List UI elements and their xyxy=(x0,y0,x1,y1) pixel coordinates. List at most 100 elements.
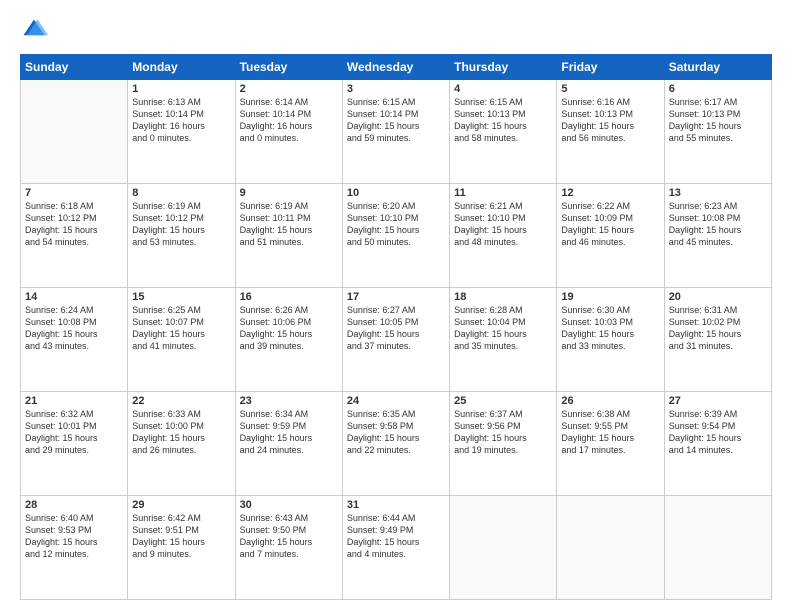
day-number: 15 xyxy=(132,291,230,303)
cell-content: Sunrise: 6:15 AM Sunset: 10:13 PM Daylig… xyxy=(454,96,552,145)
day-number: 31 xyxy=(347,499,445,511)
calendar-cell: 28Sunrise: 6:40 AM Sunset: 9:53 PM Dayli… xyxy=(21,496,128,600)
calendar-cell: 7Sunrise: 6:18 AM Sunset: 10:12 PM Dayli… xyxy=(21,184,128,288)
calendar-cell: 16Sunrise: 6:26 AM Sunset: 10:06 PM Dayl… xyxy=(235,288,342,392)
day-header-monday: Monday xyxy=(128,55,235,80)
day-number: 23 xyxy=(240,395,338,407)
day-number: 24 xyxy=(347,395,445,407)
cell-content: Sunrise: 6:20 AM Sunset: 10:10 PM Daylig… xyxy=(347,200,445,249)
cell-content: Sunrise: 6:13 AM Sunset: 10:14 PM Daylig… xyxy=(132,96,230,145)
calendar-cell: 9Sunrise: 6:19 AM Sunset: 10:11 PM Dayli… xyxy=(235,184,342,288)
day-number: 29 xyxy=(132,499,230,511)
day-header-friday: Friday xyxy=(557,55,664,80)
cell-content: Sunrise: 6:39 AM Sunset: 9:54 PM Dayligh… xyxy=(669,408,767,457)
calendar-cell: 31Sunrise: 6:44 AM Sunset: 9:49 PM Dayli… xyxy=(342,496,449,600)
day-number: 5 xyxy=(561,83,659,95)
day-number: 17 xyxy=(347,291,445,303)
calendar-cell: 22Sunrise: 6:33 AM Sunset: 10:00 PM Dayl… xyxy=(128,392,235,496)
cell-content: Sunrise: 6:40 AM Sunset: 9:53 PM Dayligh… xyxy=(25,512,123,561)
day-number: 21 xyxy=(25,395,123,407)
calendar-cell: 13Sunrise: 6:23 AM Sunset: 10:08 PM Dayl… xyxy=(664,184,771,288)
calendar-week-3: 14Sunrise: 6:24 AM Sunset: 10:08 PM Dayl… xyxy=(21,288,772,392)
calendar-cell: 26Sunrise: 6:38 AM Sunset: 9:55 PM Dayli… xyxy=(557,392,664,496)
day-header-sunday: Sunday xyxy=(21,55,128,80)
calendar-cell: 1Sunrise: 6:13 AM Sunset: 10:14 PM Dayli… xyxy=(128,80,235,184)
cell-content: Sunrise: 6:25 AM Sunset: 10:07 PM Daylig… xyxy=(132,304,230,353)
day-number: 12 xyxy=(561,187,659,199)
day-number: 10 xyxy=(347,187,445,199)
day-number: 13 xyxy=(669,187,767,199)
calendar-cell: 24Sunrise: 6:35 AM Sunset: 9:58 PM Dayli… xyxy=(342,392,449,496)
cell-content: Sunrise: 6:31 AM Sunset: 10:02 PM Daylig… xyxy=(669,304,767,353)
day-number: 28 xyxy=(25,499,123,511)
day-number: 4 xyxy=(454,83,552,95)
calendar-cell: 4Sunrise: 6:15 AM Sunset: 10:13 PM Dayli… xyxy=(450,80,557,184)
cell-content: Sunrise: 6:35 AM Sunset: 9:58 PM Dayligh… xyxy=(347,408,445,457)
day-number: 27 xyxy=(669,395,767,407)
calendar-cell: 20Sunrise: 6:31 AM Sunset: 10:02 PM Dayl… xyxy=(664,288,771,392)
cell-content: Sunrise: 6:24 AM Sunset: 10:08 PM Daylig… xyxy=(25,304,123,353)
cell-content: Sunrise: 6:21 AM Sunset: 10:10 PM Daylig… xyxy=(454,200,552,249)
calendar-week-4: 21Sunrise: 6:32 AM Sunset: 10:01 PM Dayl… xyxy=(21,392,772,496)
calendar-cell: 14Sunrise: 6:24 AM Sunset: 10:08 PM Dayl… xyxy=(21,288,128,392)
calendar-header-row: SundayMondayTuesdayWednesdayThursdayFrid… xyxy=(21,55,772,80)
day-number: 18 xyxy=(454,291,552,303)
calendar-week-1: 1Sunrise: 6:13 AM Sunset: 10:14 PM Dayli… xyxy=(21,80,772,184)
calendar-cell: 30Sunrise: 6:43 AM Sunset: 9:50 PM Dayli… xyxy=(235,496,342,600)
cell-content: Sunrise: 6:15 AM Sunset: 10:14 PM Daylig… xyxy=(347,96,445,145)
cell-content: Sunrise: 6:26 AM Sunset: 10:06 PM Daylig… xyxy=(240,304,338,353)
cell-content: Sunrise: 6:14 AM Sunset: 10:14 PM Daylig… xyxy=(240,96,338,145)
cell-content: Sunrise: 6:27 AM Sunset: 10:05 PM Daylig… xyxy=(347,304,445,353)
day-number: 2 xyxy=(240,83,338,95)
cell-content: Sunrise: 6:23 AM Sunset: 10:08 PM Daylig… xyxy=(669,200,767,249)
day-number: 8 xyxy=(132,187,230,199)
day-number: 20 xyxy=(669,291,767,303)
calendar-cell: 5Sunrise: 6:16 AM Sunset: 10:13 PM Dayli… xyxy=(557,80,664,184)
calendar-cell: 23Sunrise: 6:34 AM Sunset: 9:59 PM Dayli… xyxy=(235,392,342,496)
cell-content: Sunrise: 6:30 AM Sunset: 10:03 PM Daylig… xyxy=(561,304,659,353)
calendar-week-2: 7Sunrise: 6:18 AM Sunset: 10:12 PM Dayli… xyxy=(21,184,772,288)
cell-content: Sunrise: 6:34 AM Sunset: 9:59 PM Dayligh… xyxy=(240,408,338,457)
header xyxy=(20,16,772,44)
logo-icon xyxy=(20,16,48,44)
day-number: 22 xyxy=(132,395,230,407)
calendar-cell: 19Sunrise: 6:30 AM Sunset: 10:03 PM Dayl… xyxy=(557,288,664,392)
day-number: 25 xyxy=(454,395,552,407)
cell-content: Sunrise: 6:42 AM Sunset: 9:51 PM Dayligh… xyxy=(132,512,230,561)
logo xyxy=(20,16,52,44)
cell-content: Sunrise: 6:19 AM Sunset: 10:12 PM Daylig… xyxy=(132,200,230,249)
day-number: 3 xyxy=(347,83,445,95)
cell-content: Sunrise: 6:37 AM Sunset: 9:56 PM Dayligh… xyxy=(454,408,552,457)
cell-content: Sunrise: 6:18 AM Sunset: 10:12 PM Daylig… xyxy=(25,200,123,249)
calendar-cell: 15Sunrise: 6:25 AM Sunset: 10:07 PM Dayl… xyxy=(128,288,235,392)
day-header-tuesday: Tuesday xyxy=(235,55,342,80)
calendar-cell: 3Sunrise: 6:15 AM Sunset: 10:14 PM Dayli… xyxy=(342,80,449,184)
calendar-cell: 6Sunrise: 6:17 AM Sunset: 10:13 PM Dayli… xyxy=(664,80,771,184)
calendar-cell: 27Sunrise: 6:39 AM Sunset: 9:54 PM Dayli… xyxy=(664,392,771,496)
calendar-cell: 11Sunrise: 6:21 AM Sunset: 10:10 PM Dayl… xyxy=(450,184,557,288)
calendar-cell: 2Sunrise: 6:14 AM Sunset: 10:14 PM Dayli… xyxy=(235,80,342,184)
calendar-cell: 12Sunrise: 6:22 AM Sunset: 10:09 PM Dayl… xyxy=(557,184,664,288)
cell-content: Sunrise: 6:43 AM Sunset: 9:50 PM Dayligh… xyxy=(240,512,338,561)
calendar-cell: 25Sunrise: 6:37 AM Sunset: 9:56 PM Dayli… xyxy=(450,392,557,496)
cell-content: Sunrise: 6:28 AM Sunset: 10:04 PM Daylig… xyxy=(454,304,552,353)
day-number: 11 xyxy=(454,187,552,199)
calendar-table: SundayMondayTuesdayWednesdayThursdayFrid… xyxy=(20,54,772,600)
cell-content: Sunrise: 6:38 AM Sunset: 9:55 PM Dayligh… xyxy=(561,408,659,457)
calendar-cell: 17Sunrise: 6:27 AM Sunset: 10:05 PM Dayl… xyxy=(342,288,449,392)
calendar-cell: 10Sunrise: 6:20 AM Sunset: 10:10 PM Dayl… xyxy=(342,184,449,288)
calendar-cell: 18Sunrise: 6:28 AM Sunset: 10:04 PM Dayl… xyxy=(450,288,557,392)
calendar-cell xyxy=(664,496,771,600)
calendar-week-5: 28Sunrise: 6:40 AM Sunset: 9:53 PM Dayli… xyxy=(21,496,772,600)
day-header-saturday: Saturday xyxy=(664,55,771,80)
day-number: 16 xyxy=(240,291,338,303)
calendar-cell: 29Sunrise: 6:42 AM Sunset: 9:51 PM Dayli… xyxy=(128,496,235,600)
page: SundayMondayTuesdayWednesdayThursdayFrid… xyxy=(0,0,792,612)
calendar-cell: 8Sunrise: 6:19 AM Sunset: 10:12 PM Dayli… xyxy=(128,184,235,288)
day-number: 14 xyxy=(25,291,123,303)
day-number: 6 xyxy=(669,83,767,95)
cell-content: Sunrise: 6:17 AM Sunset: 10:13 PM Daylig… xyxy=(669,96,767,145)
calendar-cell xyxy=(450,496,557,600)
calendar-cell xyxy=(557,496,664,600)
cell-content: Sunrise: 6:44 AM Sunset: 9:49 PM Dayligh… xyxy=(347,512,445,561)
